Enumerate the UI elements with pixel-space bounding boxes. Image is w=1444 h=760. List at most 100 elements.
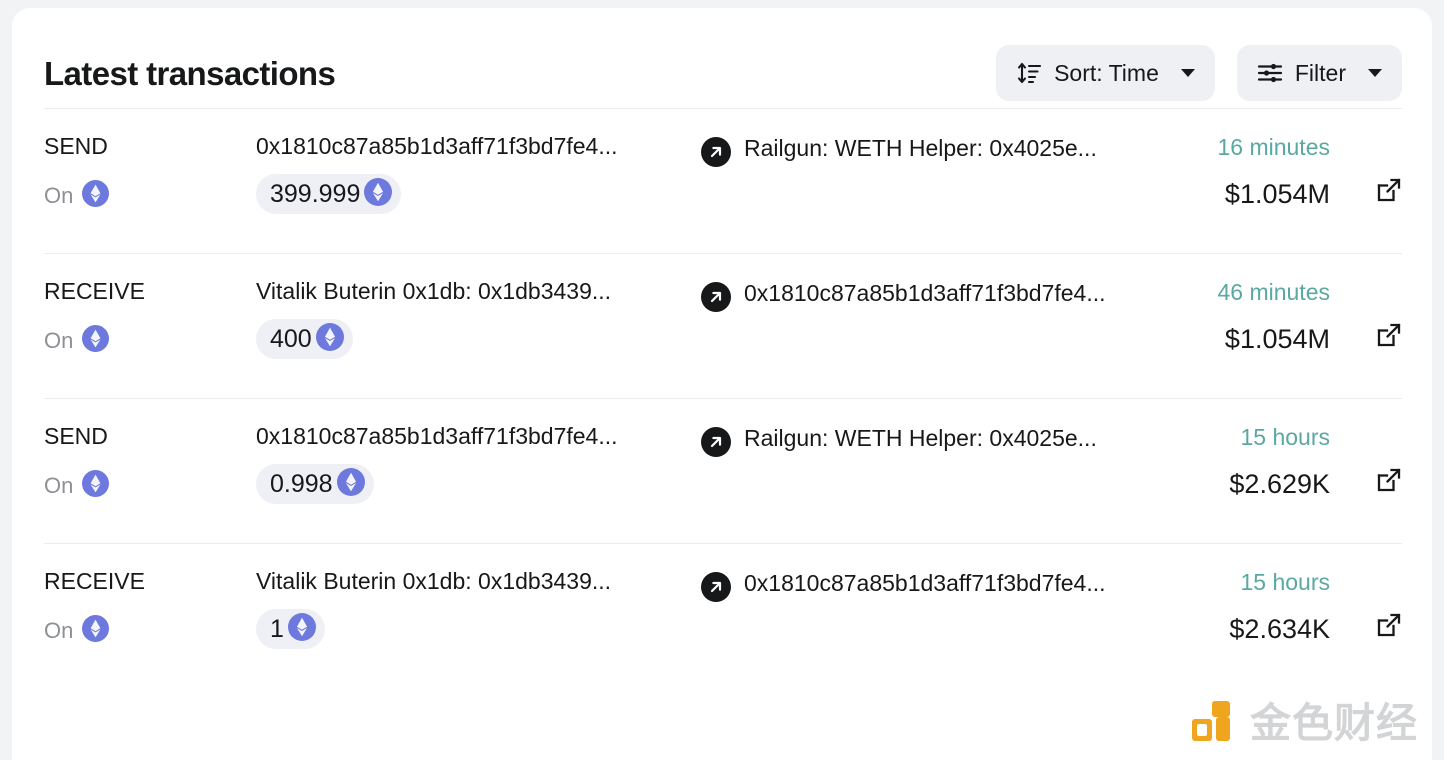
page-title: Latest transactions — [44, 54, 336, 92]
arrow-up-right-circle-icon — [701, 137, 731, 167]
ethereum-icon — [287, 612, 316, 646]
amount-pill: 399.999 — [256, 174, 402, 214]
chain-cell: On — [44, 180, 256, 212]
ethereum-icon — [82, 325, 110, 357]
table-row[interactable]: RECEIVE On Vitalik Buterin 0x1db: 0x1db3… — [44, 544, 1402, 688]
amount-value: 400 — [270, 324, 312, 353]
chevron-down-icon — [1368, 69, 1382, 77]
timestamp: 16 minutes — [1217, 134, 1330, 160]
amount-value: 1 — [270, 614, 284, 643]
table-row[interactable]: SEND On 0x1810c87a85b1d3aff71f3bd7fe4...… — [44, 109, 1402, 253]
ethereum-icon — [82, 180, 110, 212]
source-cell: 0x1810c87a85b1d3aff71f3bd7fe4... 0.998 — [256, 425, 688, 504]
sort-icon — [1016, 61, 1042, 85]
chain-cell: On — [44, 325, 256, 357]
on-label: On — [44, 328, 74, 353]
ethereum-icon — [364, 177, 393, 211]
source-cell: Vitalik Buterin 0x1db: 0x1db3439... 1 — [256, 570, 688, 649]
external-link-icon — [1376, 612, 1402, 641]
external-link-button[interactable] — [1376, 467, 1402, 496]
header-controls: Sort: Time Filter — [996, 45, 1402, 101]
sort-button-label: Sort: Time — [1054, 59, 1159, 86]
link-cell — [1330, 135, 1402, 206]
source-cell: Vitalik Buterin 0x1db: 0x1db3439... 400 — [256, 280, 688, 359]
chain-cell: On — [44, 470, 256, 502]
timestamp: 46 minutes — [1217, 279, 1330, 305]
source-address[interactable]: Vitalik Buterin 0x1db: 0x1db3439... — [256, 280, 688, 303]
destination-address[interactable]: Railgun: WETH Helper: 0x4025e... — [744, 425, 1130, 450]
direction-label: SEND — [44, 423, 108, 449]
source-address[interactable]: Vitalik Buterin 0x1db: 0x1db3439... — [256, 570, 688, 593]
watermark-text: 金色财经 — [1250, 700, 1418, 746]
transfer-arrow-cell — [688, 280, 744, 312]
sort-button[interactable]: Sort: Time — [996, 45, 1215, 101]
amount-pill: 1 — [256, 609, 325, 649]
direction-cell: SEND On — [44, 135, 256, 212]
link-cell — [1330, 280, 1402, 351]
external-link-icon — [1376, 322, 1402, 351]
filter-button[interactable]: Filter — [1236, 45, 1402, 101]
direction-label: SEND — [44, 133, 108, 159]
transfer-arrow-cell — [688, 570, 744, 602]
table-row[interactable]: RECEIVE On Vitalik Buterin 0x1db: 0x1db3… — [44, 254, 1402, 398]
destination-address[interactable]: Railgun: WETH Helper: 0x4025e... — [744, 135, 1130, 160]
amount-value: 399.999 — [270, 179, 361, 208]
ethereum-icon — [336, 467, 365, 501]
destination-cell: Railgun: WETH Helper: 0x4025e... — [744, 135, 1130, 160]
amount-pill: 400 — [256, 319, 353, 359]
source-cell: 0x1810c87a85b1d3aff71f3bd7fe4... 399.999 — [256, 135, 688, 214]
amount-value: 0.998 — [270, 469, 333, 498]
arrow-up-right-circle-icon — [701, 572, 731, 602]
direction-cell: RECEIVE On — [44, 570, 256, 647]
external-link-icon — [1376, 177, 1402, 206]
external-link-button[interactable] — [1376, 322, 1402, 351]
transactions-table: SEND On 0x1810c87a85b1d3aff71f3bd7fe4...… — [12, 108, 1432, 688]
direction-cell: SEND On — [44, 425, 256, 502]
filter-button-label: Filter — [1294, 59, 1346, 86]
direction-cell: RECEIVE On — [44, 280, 256, 357]
latest-transactions-card: Latest transactions Sort: Time Filter SE… — [12, 8, 1432, 760]
timestamp: 15 hours — [1240, 424, 1330, 450]
table-row[interactable]: SEND On 0x1810c87a85b1d3aff71f3bd7fe4...… — [44, 399, 1402, 543]
meta-cell: 15 hours $2.629K — [1130, 425, 1330, 498]
source-address[interactable]: 0x1810c87a85b1d3aff71f3bd7fe4... — [256, 425, 688, 448]
usd-value: $1.054M — [1224, 324, 1330, 354]
usd-value: $1.054M — [1224, 179, 1330, 209]
chevron-down-icon — [1180, 69, 1195, 77]
usd-value: $2.629K — [1229, 469, 1330, 499]
card-header: Latest transactions Sort: Time Filter — [12, 8, 1432, 108]
on-label: On — [44, 183, 74, 208]
timestamp: 15 hours — [1240, 569, 1330, 595]
meta-cell: 16 minutes $1.054M — [1130, 135, 1330, 208]
external-link-button[interactable] — [1376, 612, 1402, 641]
chain-cell: On — [44, 615, 256, 647]
ethereum-icon — [315, 322, 344, 356]
direction-label: RECEIVE — [44, 278, 145, 304]
destination-cell: 0x1810c87a85b1d3aff71f3bd7fe4... — [744, 280, 1130, 305]
link-cell — [1330, 570, 1402, 641]
meta-cell: 46 minutes $1.054M — [1130, 280, 1330, 353]
direction-label: RECEIVE — [44, 568, 145, 594]
ethereum-icon — [82, 470, 110, 502]
usd-value: $2.634K — [1229, 614, 1330, 644]
filter-sliders-icon — [1257, 61, 1283, 85]
on-label: On — [44, 618, 74, 643]
watermark: 金色财经 — [1186, 697, 1418, 750]
amount-pill: 0.998 — [256, 464, 374, 504]
arrow-up-right-circle-icon — [701, 282, 731, 312]
transfer-arrow-cell — [688, 425, 744, 457]
destination-address[interactable]: 0x1810c87a85b1d3aff71f3bd7fe4... — [744, 280, 1130, 305]
ethereum-icon — [82, 615, 110, 647]
destination-address[interactable]: 0x1810c87a85b1d3aff71f3bd7fe4... — [744, 570, 1130, 595]
external-link-button[interactable] — [1376, 177, 1402, 206]
destination-cell: 0x1810c87a85b1d3aff71f3bd7fe4... — [744, 570, 1130, 595]
link-cell — [1330, 425, 1402, 496]
transfer-arrow-cell — [688, 135, 744, 167]
jinse-logo-icon — [1186, 697, 1238, 750]
arrow-up-right-circle-icon — [701, 427, 731, 457]
destination-cell: Railgun: WETH Helper: 0x4025e... — [744, 425, 1130, 450]
on-label: On — [44, 473, 74, 498]
meta-cell: 15 hours $2.634K — [1130, 570, 1330, 643]
external-link-icon — [1376, 467, 1402, 496]
source-address[interactable]: 0x1810c87a85b1d3aff71f3bd7fe4... — [256, 135, 688, 158]
